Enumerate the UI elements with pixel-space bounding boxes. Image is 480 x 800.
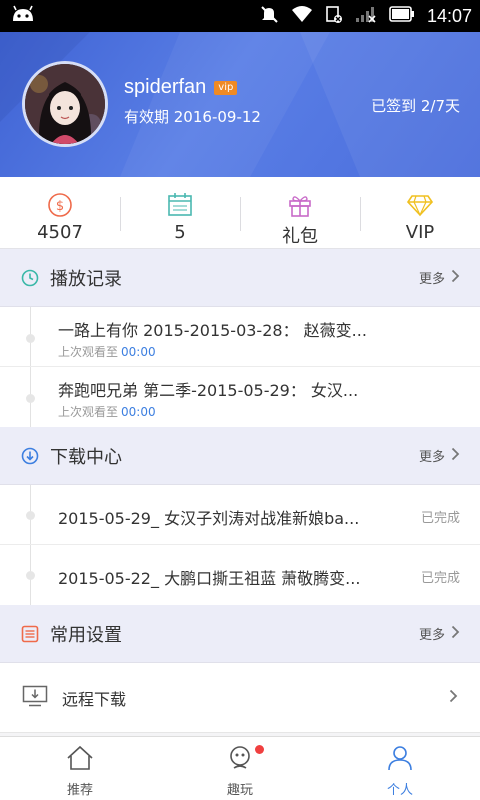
more-label: 更多 [418, 628, 445, 643]
svg-text:$: $ [56, 199, 64, 214]
sim-icon [325, 4, 343, 28]
stat-value: 礼包 [282, 226, 318, 247]
stats-row: $ 4507 5 礼包 VIP [0, 177, 480, 249]
download-icon [20, 446, 40, 466]
clock-icon [20, 268, 40, 288]
battery-icon [389, 6, 415, 26]
stat-value: 5 [174, 222, 186, 243]
diamond-icon [407, 192, 433, 218]
username: spiderfan [124, 76, 207, 98]
monitor-download-icon [22, 685, 48, 711]
play-history-list: 一路上有你 2015-2015-03-28： 赵薇变... 上次观看至 00:00… [0, 307, 480, 427]
play-item-progress: 上次观看至 00:00 [58, 403, 156, 420]
tab-label: 趣玩 [226, 783, 253, 798]
remote-download-row[interactable]: 远程下载 [0, 663, 480, 733]
settings-item-label: 远程下载 [62, 689, 127, 709]
tab-personal[interactable]: 个人 [320, 737, 480, 800]
section-title: 常用设置 [50, 624, 122, 646]
chevron-right-icon [451, 447, 460, 465]
tab-label: 个人 [386, 783, 413, 798]
coin-icon: $ [47, 192, 73, 218]
checkin-status[interactable]: 已签到 2/7天 [371, 95, 460, 116]
bottom-tab-bar: 推荐 趣玩 个人 [0, 736, 480, 800]
section-settings[interactable]: 常用设置 更多 [0, 605, 480, 663]
progress-time: 00:00 [121, 345, 156, 359]
section-title: 播放记录 [50, 268, 122, 290]
status-bar: 14:07 [0, 0, 480, 32]
notification-dot [255, 745, 264, 754]
list-item[interactable]: 一路上有你 2015-2015-03-28： 赵薇变... 上次观看至 00:00 [0, 307, 480, 367]
more-label: 更多 [418, 272, 445, 287]
stat-gift[interactable]: 礼包 [240, 177, 360, 248]
tab-recommend[interactable]: 推荐 [0, 737, 160, 800]
more-button[interactable]: 更多 [419, 624, 460, 643]
timeline-dot [26, 394, 35, 403]
download-item-title: 2015-05-29_ 女汉子刘涛对战准新娘ba... [58, 509, 360, 528]
stat-vip[interactable]: VIP [360, 177, 480, 248]
signal-icon [355, 5, 377, 27]
settings-list-icon [20, 624, 40, 644]
download-status: 已完成 [420, 511, 460, 526]
fun-icon [226, 745, 254, 775]
expiry-date: 有效期 2016-09-12 [124, 108, 261, 126]
tab-fun[interactable]: 趣玩 [160, 737, 320, 800]
profile-header: spiderfan vip 有效期 2016-09-12 已签到 2/7天 [0, 32, 480, 177]
android-icon [10, 5, 36, 27]
gift-icon [287, 192, 313, 218]
stat-checkin-days[interactable]: 5 [120, 177, 240, 248]
list-item[interactable]: 2015-05-29_ 女汉子刘涛对战准新娘ba... 已完成 [0, 485, 480, 545]
more-button[interactable]: 更多 [419, 268, 460, 287]
more-button[interactable]: 更多 [419, 446, 460, 465]
person-icon [386, 745, 414, 775]
tab-label: 推荐 [66, 783, 93, 798]
more-label: 更多 [418, 450, 445, 465]
progress-prefix: 上次观看至 [58, 345, 119, 359]
downloads-list: 2015-05-29_ 女汉子刘涛对战准新娘ba... 已完成 2015-05-… [0, 485, 480, 605]
stat-coins[interactable]: $ 4507 [0, 177, 120, 248]
progress-time: 00:00 [121, 405, 156, 419]
username-row: spiderfan vip [124, 76, 238, 99]
avatar[interactable] [22, 61, 108, 147]
chevron-right-icon [449, 688, 458, 707]
timeline-dot [26, 334, 35, 343]
timeline-dot [26, 571, 35, 580]
status-time: 14:07 [426, 5, 472, 26]
calendar-icon [167, 192, 193, 218]
download-item-title: 2015-05-22_ 大鹏口撕王祖蓝 萧敬腾变... [58, 569, 361, 588]
download-status: 已完成 [420, 571, 460, 586]
stat-value: VIP [405, 222, 435, 243]
progress-prefix: 上次观看至 [58, 405, 119, 419]
play-item-progress: 上次观看至 00:00 [58, 343, 156, 360]
mute-icon [259, 4, 279, 28]
chevron-right-icon [451, 269, 460, 287]
play-item-title: 奔跑吧兄弟 第二季-2015-05-29： 女汉... [58, 381, 359, 400]
list-item[interactable]: 2015-05-22_ 大鹏口撕王祖蓝 萧敬腾变... 已完成 [0, 545, 480, 605]
vip-badge: vip [214, 80, 238, 95]
home-icon [66, 745, 94, 775]
stat-value: 4507 [37, 222, 83, 243]
chevron-right-icon [451, 625, 460, 643]
section-downloads[interactable]: 下载中心 更多 [0, 427, 480, 485]
wifi-icon [291, 5, 313, 27]
list-item[interactable]: 奔跑吧兄弟 第二季-2015-05-29： 女汉... 上次观看至 00:00 [0, 367, 480, 427]
play-item-title: 一路上有你 2015-2015-03-28： 赵薇变... [58, 321, 367, 340]
section-title: 下载中心 [50, 446, 122, 468]
section-play-history[interactable]: 播放记录 更多 [0, 249, 480, 307]
timeline-dot [26, 511, 35, 520]
avatar-image [25, 64, 105, 144]
